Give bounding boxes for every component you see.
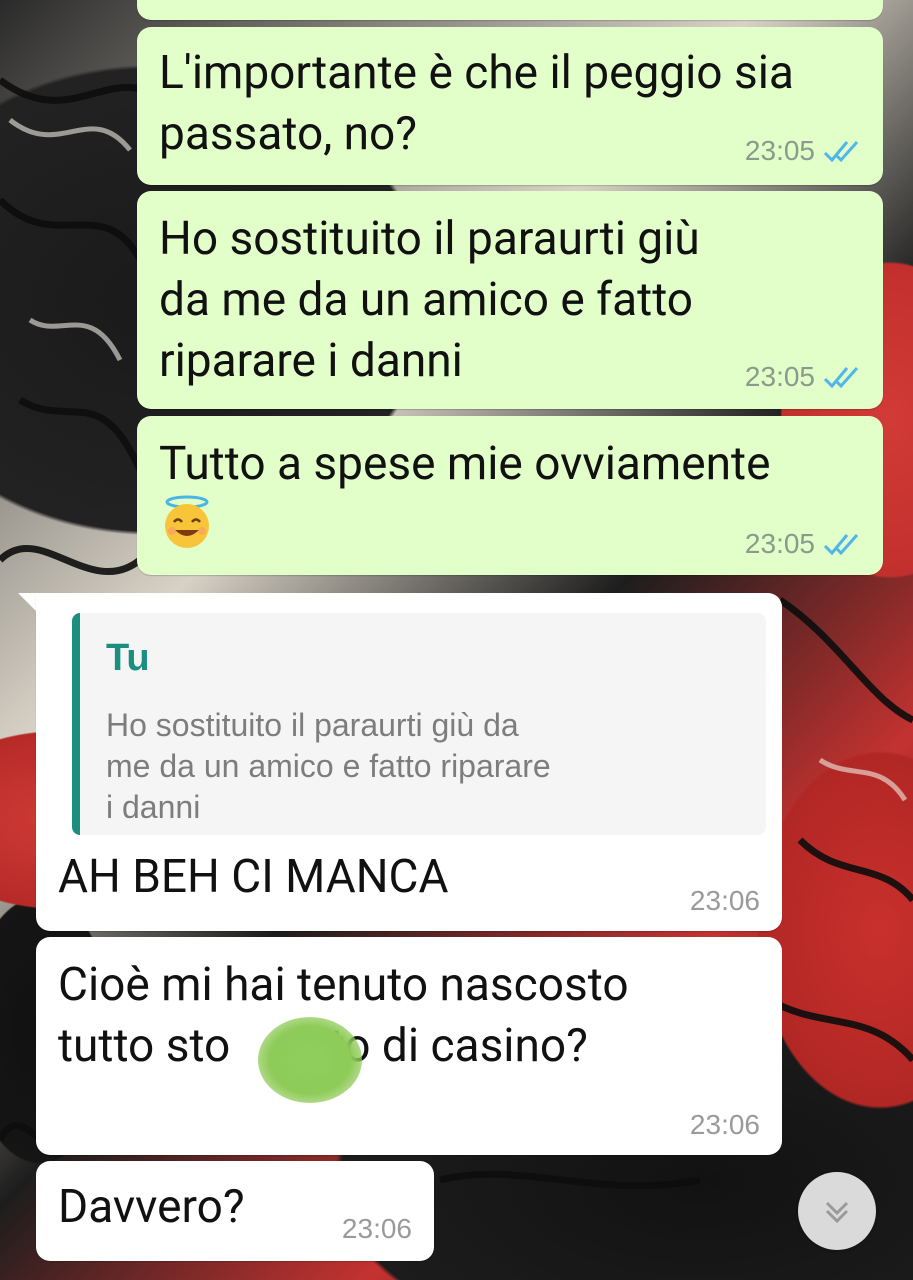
quoted-text: Ho sostituito il paraurti giù da me da u… — [106, 707, 551, 825]
chevron-double-down-icon — [825, 1201, 849, 1224]
censor-blob — [258, 1017, 362, 1103]
message-bubble-partial[interactable] — [137, 0, 883, 20]
message-bubble-outgoing[interactable]: Tutto a spese mie ovviamente 23:05 — [137, 416, 883, 575]
message-meta: 23:05 — [745, 135, 863, 167]
message-bubble-incoming[interactable]: Davvero? 23:06 — [36, 1161, 434, 1261]
message-meta: 23:06 — [342, 1213, 412, 1245]
double-check-icon — [823, 534, 859, 556]
scroll-to-bottom-button[interactable] — [798, 1172, 876, 1250]
message-time: 23:05 — [744, 361, 815, 392]
quoted-author: Tu — [106, 637, 150, 679]
message-meta: 23:05 — [745, 528, 863, 560]
message-text: Davvero? — [58, 1180, 245, 1234]
quoted-message[interactable]: Tu Ho sostituito il paraurti giù da me d… — [72, 613, 766, 835]
message-text: L'importante è che il peggio sia passato… — [159, 46, 794, 161]
message-meta: 23:06 — [690, 1109, 760, 1141]
double-check-icon — [823, 141, 859, 163]
message-time: 23:06 — [689, 1109, 760, 1140]
message-text: Tutto a spese mie ovviamente — [159, 437, 771, 491]
message-text: Ho sostituito il paraurti giù da me da u… — [159, 212, 700, 388]
smiling-face-with-halo-icon — [165, 495, 209, 548]
message-text: AH BEH CI MANCA — [58, 850, 449, 904]
message-time: 23:06 — [341, 1213, 412, 1244]
double-check-icon — [823, 367, 859, 389]
message-meta: 23:05 — [745, 361, 863, 393]
message-time: 23:05 — [744, 528, 815, 559]
message-bubble-incoming[interactable]: Tu Ho sostituito il paraurti giù da me d… — [36, 593, 782, 931]
message-time: 23:05 — [744, 135, 815, 166]
message-bubble-incoming[interactable]: Cioè mi hai tenuto nascosto tutto sto to… — [36, 937, 782, 1155]
message-time: 23:06 — [689, 885, 760, 916]
message-bubble-outgoing[interactable]: L'importante è che il peggio sia passato… — [137, 27, 883, 185]
message-bubble-outgoing[interactable]: Ho sostituito il paraurti giù da me da u… — [137, 191, 883, 409]
message-meta: 23:06 — [690, 885, 760, 917]
